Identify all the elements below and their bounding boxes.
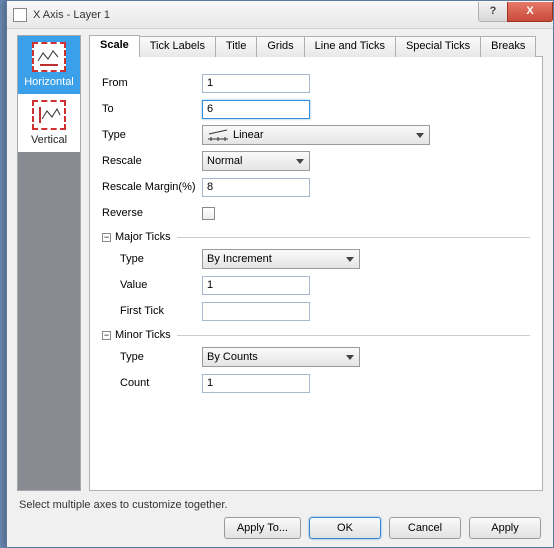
sidebar-item-vertical[interactable]: Vertical [18,94,80,152]
window-title: X Axis - Layer 1 [33,9,479,21]
minor-type-label: Type [120,351,202,363]
dialog-window: X Axis - Layer 1 ? X Horizontal Vertical [6,0,554,548]
apply-to-button[interactable]: Apply To... [224,517,301,539]
minor-ticks-group: − Minor Ticks [102,329,530,341]
apply-button[interactable]: Apply [469,517,541,539]
close-icon: X [526,5,533,17]
minor-count-input[interactable] [202,374,310,393]
reverse-checkbox[interactable] [202,207,215,220]
reverse-label: Reverse [102,207,202,219]
collapse-toggle[interactable]: − [102,233,111,242]
dialog-body: Horizontal Vertical Scale Tick Labels Ti… [7,29,553,547]
major-value-input[interactable] [202,276,310,295]
minor-type-dropdown[interactable]: By Counts [202,347,360,367]
first-tick-input[interactable] [202,302,310,321]
linear-scale-icon [207,128,229,142]
minor-ticks-title: Minor Ticks [115,329,171,341]
dialog-buttons: Apply To... OK Cancel Apply [224,517,541,539]
from-input[interactable] [202,74,310,93]
major-value-label: Value [120,279,202,291]
major-ticks-title: Major Ticks [115,231,171,243]
minor-type-value: By Counts [207,351,258,363]
cancel-button[interactable]: Cancel [389,517,461,539]
titlebar[interactable]: X Axis - Layer 1 ? X [7,1,553,29]
tab-breaks[interactable]: Breaks [480,36,536,57]
major-type-label: Type [120,253,202,265]
tab-bar: Scale Tick Labels Title Grids Line and T… [89,35,543,57]
tab-tick-labels[interactable]: Tick Labels [139,36,216,57]
help-button[interactable]: ? [478,2,508,22]
rescale-value: Normal [207,155,242,167]
major-type-value: By Increment [207,253,272,265]
sidebar-item-horizontal[interactable]: Horizontal [18,36,80,94]
sidebar-item-label: Horizontal [24,76,74,88]
margin-label: Rescale Margin(%) [102,181,202,193]
major-type-dropdown[interactable]: By Increment [202,249,360,269]
type-dropdown[interactable]: Linear [202,125,430,145]
group-divider [177,335,530,336]
vertical-axis-icon [32,100,66,130]
minor-count-label: Count [120,377,202,389]
from-label: From [102,77,202,89]
to-input[interactable] [202,100,310,119]
ok-button[interactable]: OK [309,517,381,539]
tab-special-ticks[interactable]: Special Ticks [395,36,481,57]
type-value: Linear [233,129,264,141]
first-tick-label: First Tick [120,305,202,317]
collapse-toggle[interactable]: − [102,331,111,340]
tab-line-and-ticks[interactable]: Line and Ticks [304,36,396,57]
close-button[interactable]: X [507,2,553,22]
chevron-down-icon [416,133,424,138]
tab-title[interactable]: Title [215,36,257,57]
tab-grids[interactable]: Grids [256,36,304,57]
sidebar-item-label: Vertical [31,134,67,146]
footer-message: Select multiple axes to customize togeth… [19,499,228,511]
tab-scale[interactable]: Scale [89,35,140,57]
group-divider [177,237,530,238]
type-label: Type [102,129,202,141]
app-icon [13,8,27,22]
scale-panel: From To Type Linear [89,57,543,491]
margin-input[interactable] [202,178,310,197]
help-icon: ? [490,5,497,17]
to-label: To [102,103,202,115]
main-panel: Scale Tick Labels Title Grids Line and T… [89,35,543,491]
rescale-dropdown[interactable]: Normal [202,151,310,171]
horizontal-axis-icon [32,42,66,72]
axis-sidebar: Horizontal Vertical [17,35,81,491]
major-ticks-group: − Major Ticks [102,231,530,243]
rescale-label: Rescale [102,155,202,167]
chevron-down-icon [296,159,304,164]
chevron-down-icon [346,257,354,262]
chevron-down-icon [346,355,354,360]
